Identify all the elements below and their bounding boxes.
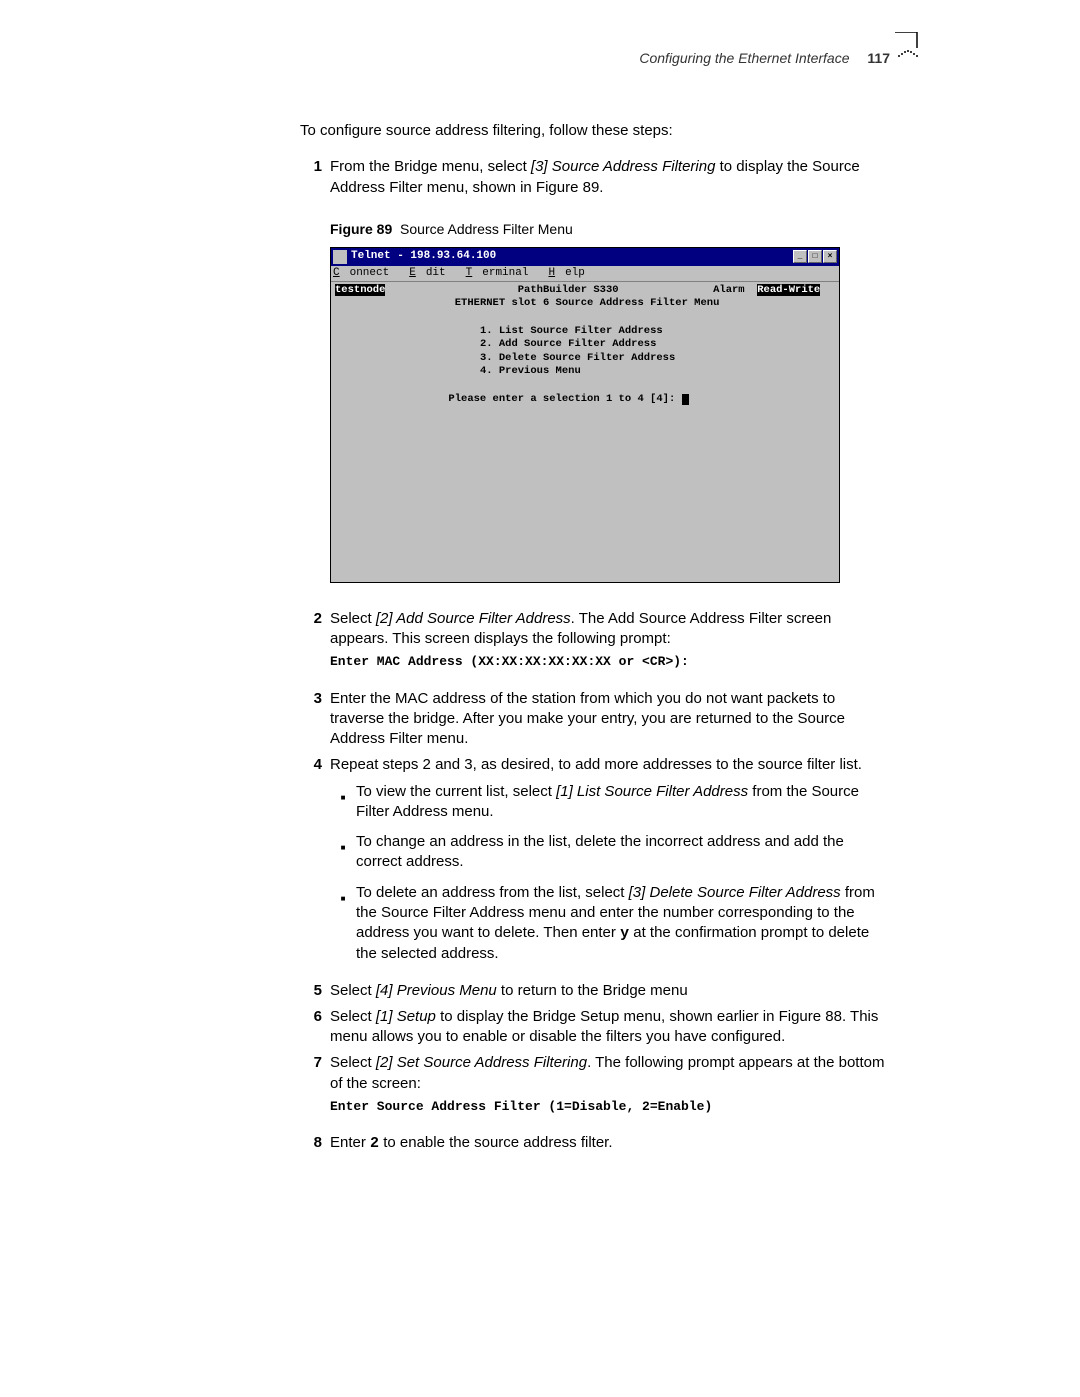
step-4: 4 Repeat steps 2 and 3, as desired, to a… xyxy=(300,755,890,974)
step-number: 2 xyxy=(300,609,322,683)
list-item: To delete an address from the list, sele… xyxy=(330,883,890,965)
step-5: 5 Select [4] Previous Menu to return to … xyxy=(300,981,890,1001)
bullet-icon xyxy=(330,832,356,873)
figure-caption: Figure 89 Source Address Filter Menu xyxy=(330,220,890,239)
sub-list: To view the current list, select [1] Lis… xyxy=(330,782,890,965)
titlebar[interactable]: Telnet - 198.93.64.100 _ □ × xyxy=(331,248,839,266)
step-1: 1 From the Bridge menu, select [3] Sourc… xyxy=(300,157,890,602)
telnet-window: Telnet - 198.93.64.100 _ □ × Connect Edi… xyxy=(330,247,840,583)
intro-paragraph: To configure source address filtering, f… xyxy=(300,121,890,141)
cursor-icon xyxy=(682,394,689,405)
list-item: To view the current list, select [1] Lis… xyxy=(330,782,890,823)
step-number: 4 xyxy=(300,755,322,974)
window-controls: _ □ × xyxy=(792,250,837,263)
step-content: Select [1] Setup to display the Bridge S… xyxy=(330,1007,890,1048)
header-decoration-icon xyxy=(895,32,920,68)
step-3: 3 Enter the MAC address of the station f… xyxy=(300,689,890,750)
menu-connect[interactable]: Connect xyxy=(333,266,399,281)
menubar: Connect Edit Terminal Help xyxy=(331,266,839,282)
mode-badge: Read-Write xyxy=(757,284,820,296)
window-title: Telnet - 198.93.64.100 xyxy=(351,249,792,264)
maximize-button[interactable]: □ xyxy=(808,250,822,263)
page-header: Configuring the Ethernet Interface 117 xyxy=(300,50,890,66)
step-7: 7 Select [2] Set Source Address Filterin… xyxy=(300,1053,890,1127)
step-content: Select [2] Add Source Filter Address. Th… xyxy=(330,609,890,683)
app-icon xyxy=(333,250,347,264)
terminal-content: testnode PathBuilder S330 Alarm Read-Wri… xyxy=(331,282,839,582)
step-content: Enter the MAC address of the station fro… xyxy=(330,689,890,750)
bullet-icon xyxy=(330,782,356,823)
step-6: 6 Select [1] Setup to display the Bridge… xyxy=(300,1007,890,1048)
section-title: Configuring the Ethernet Interface xyxy=(639,50,849,66)
step-2: 2 Select [2] Add Source Filter Address. … xyxy=(300,609,890,683)
close-button[interactable]: × xyxy=(823,250,837,263)
step-content: From the Bridge menu, select [3] Source … xyxy=(330,157,890,602)
step-number: 8 xyxy=(300,1133,322,1154)
step-number: 5 xyxy=(300,981,322,1001)
step-content: Select [4] Previous Menu to return to th… xyxy=(330,981,890,1001)
step-content: Repeat steps 2 and 3, as desired, to add… xyxy=(330,755,890,974)
step-number: 6 xyxy=(300,1007,322,1048)
menu-help[interactable]: Help xyxy=(548,266,594,281)
bullet-icon xyxy=(330,883,356,965)
list-item: To change an address in the list, delete… xyxy=(330,832,890,873)
code-prompt-mac: Enter MAC Address (XX:XX:XX:XX:XX:XX or … xyxy=(330,653,890,671)
menu-terminal[interactable]: Terminal xyxy=(466,266,539,281)
step-content: Enter 2 to enable the source address fil… xyxy=(330,1133,890,1154)
page-number: 117 xyxy=(867,50,890,66)
step-list: 1 From the Bridge menu, select [3] Sourc… xyxy=(300,157,890,1154)
step-number: 7 xyxy=(300,1053,322,1127)
menu-edit[interactable]: Edit xyxy=(409,266,455,281)
step-number: 3 xyxy=(300,689,322,750)
code-prompt-filter: Enter Source Address Filter (1=Disable, … xyxy=(330,1098,890,1116)
minimize-button[interactable]: _ xyxy=(793,250,807,263)
step-8: 8 Enter 2 to enable the source address f… xyxy=(300,1133,890,1154)
hostname-badge: testnode xyxy=(335,284,385,296)
step-content: Select [2] Set Source Address Filtering.… xyxy=(330,1053,890,1127)
step-number: 1 xyxy=(300,157,322,602)
